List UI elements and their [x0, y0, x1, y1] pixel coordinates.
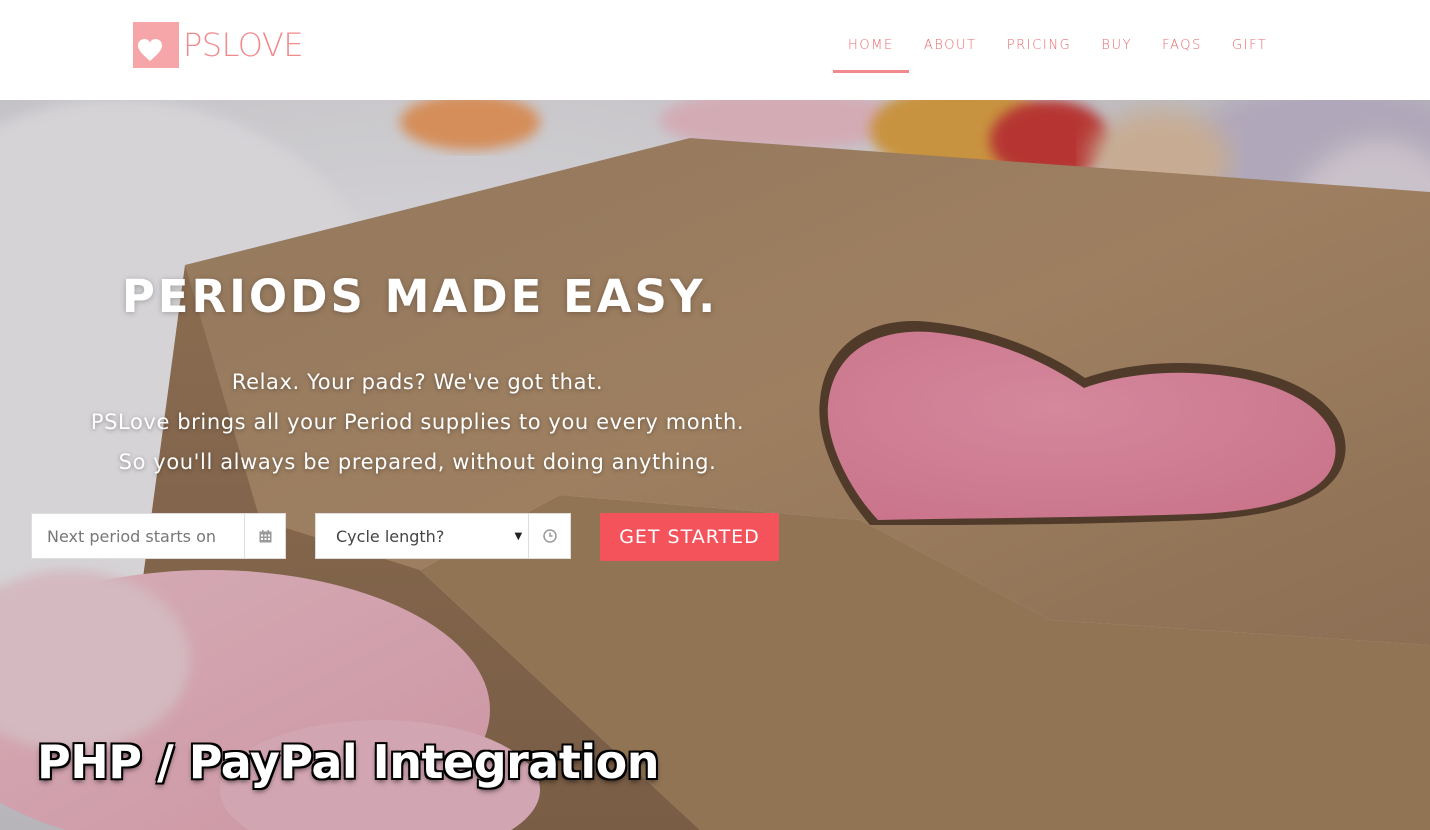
- hero-line-2: PSLove brings all your Period supplies t…: [90, 410, 745, 434]
- get-started-button[interactable]: GET STARTED: [600, 513, 779, 561]
- clock-button[interactable]: [528, 514, 570, 558]
- cycle-length-value: Cycle length?: [336, 526, 445, 546]
- navbar: PSLOVE HOME ABOUT PRICING BUY FAQS GIFT: [0, 0, 1430, 100]
- nav-pricing[interactable]: PRICING: [992, 0, 1087, 100]
- period-date-group: [31, 513, 286, 559]
- hero-section: PERIODS MADE EASY. Relax. Your pads? We'…: [0, 100, 1430, 830]
- hero-line-3: So you'll always be prepared, without do…: [118, 450, 717, 474]
- overlay-caption: PHP / PayPal Integration: [37, 735, 659, 789]
- cycle-length-select[interactable]: Cycle length? ▼: [316, 514, 528, 558]
- nav-home[interactable]: HOME: [833, 0, 909, 100]
- hero-title: PERIODS MADE EASY.: [121, 270, 719, 323]
- period-date-input[interactable]: [32, 514, 244, 558]
- brand-name: PSLOVE: [183, 26, 304, 64]
- hero-subtitle: Relax. Your pads? We've got that. PSLove…: [0, 362, 835, 482]
- nav-faqs[interactable]: FAQS: [1147, 0, 1217, 100]
- caret-down-icon: ▼: [514, 530, 523, 542]
- calendar-icon: [259, 529, 271, 542]
- cycle-length-group: Cycle length? ▼: [315, 513, 571, 559]
- hero-line-1: Relax. Your pads? We've got that.: [231, 370, 604, 394]
- brand-logo[interactable]: PSLOVE: [133, 22, 304, 68]
- heart-logo-icon: [133, 22, 179, 68]
- main-nav: HOME ABOUT PRICING BUY FAQS GIFT: [833, 0, 1282, 100]
- calendar-button[interactable]: [244, 514, 285, 558]
- nav-gift[interactable]: GIFT: [1217, 0, 1283, 100]
- nav-buy[interactable]: BUY: [1086, 0, 1147, 100]
- clock-icon: [542, 529, 557, 543]
- nav-about[interactable]: ABOUT: [909, 0, 992, 100]
